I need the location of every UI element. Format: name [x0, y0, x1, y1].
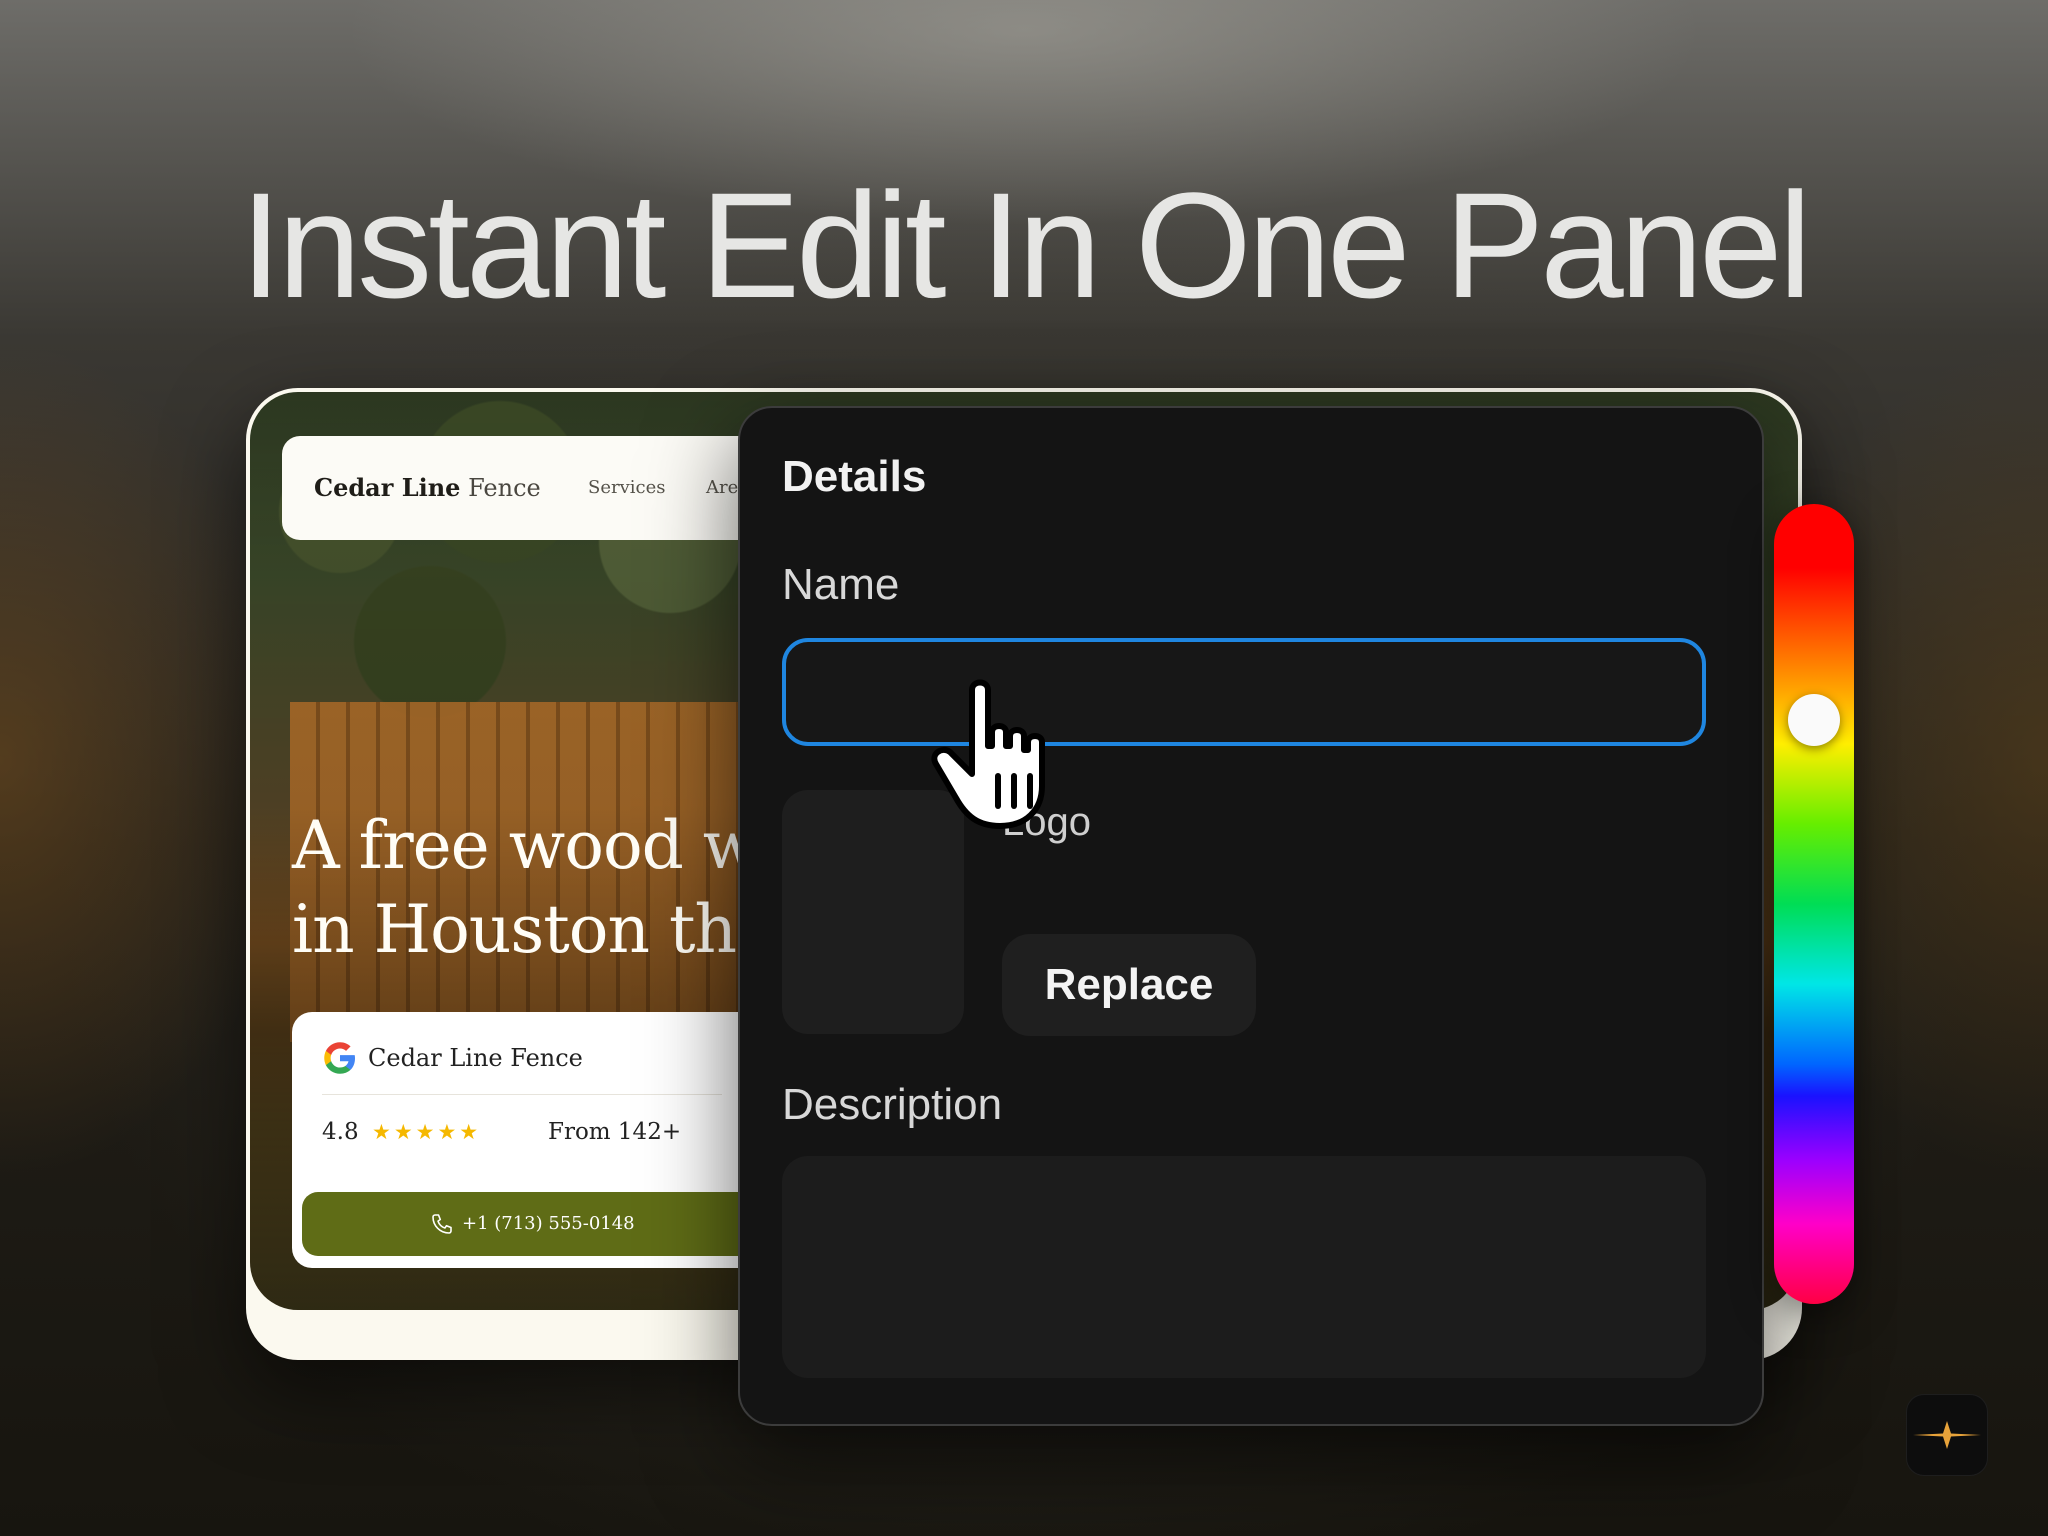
nav-link-areas[interactable]: Are	[706, 436, 738, 540]
description-label: Description	[782, 1080, 1003, 1129]
google-icon	[324, 1042, 355, 1074]
rating-value: 4.8	[322, 1119, 359, 1145]
sparkle-icon	[1913, 1421, 1981, 1449]
hue-slider-thumb[interactable]	[1788, 694, 1840, 746]
replace-logo-button[interactable]: Replace	[1002, 934, 1256, 1036]
hand-pointer-icon	[931, 679, 1045, 829]
call-button-label: +1 (713) 555-0148	[462, 1213, 635, 1234]
card-business-name: Cedar Line Fence	[368, 1044, 583, 1072]
rating-stars-icon: ★★★★★	[372, 1120, 482, 1144]
details-panel: Details Name Logo Replace Description	[738, 406, 1764, 1426]
hue-slider[interactable]	[1774, 504, 1854, 1304]
brand-bold: Cedar Line	[314, 473, 461, 502]
review-count: From 142+	[548, 1119, 682, 1145]
site-brand[interactable]: Cedar Line Fence	[314, 436, 541, 540]
brand-light: Fence	[468, 474, 541, 502]
description-input[interactable]	[782, 1156, 1706, 1378]
sparkle-button[interactable]	[1906, 1394, 1988, 1476]
phone-icon	[432, 1214, 452, 1234]
name-input[interactable]	[782, 638, 1706, 746]
card-divider	[322, 1094, 722, 1095]
headline: Instant Edit In One Panel	[240, 161, 1812, 329]
name-label: Name	[782, 560, 900, 609]
panel-title: Details	[782, 452, 927, 501]
nav-link-services[interactable]: Services	[588, 436, 665, 540]
